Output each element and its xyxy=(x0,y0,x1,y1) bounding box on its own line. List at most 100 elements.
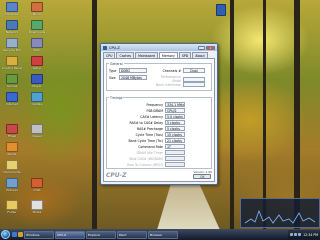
desktop-icon[interactable]: Control Panel xyxy=(1,56,23,71)
timing-label: RAS# Precharge xyxy=(136,126,163,131)
window-title: CPU-Z xyxy=(109,45,120,50)
folder-icon xyxy=(6,200,18,210)
tools-icon xyxy=(31,38,43,48)
timing-value: 5 clocks xyxy=(165,120,185,125)
version-label: Version 1.40 xyxy=(193,169,212,174)
timing-value xyxy=(165,150,185,155)
desktop-icon[interactable]: Documents xyxy=(1,160,23,175)
timing-label: Row To Column (tRCD) xyxy=(127,162,163,167)
desktop-icon-label: Documents xyxy=(3,171,21,174)
games-icon xyxy=(6,74,18,84)
size-row: Size 2048 MBytes xyxy=(109,75,147,80)
volume-tray-icon[interactable] xyxy=(294,233,298,236)
desktop-icon-label: Chat xyxy=(33,189,41,192)
media-icon xyxy=(6,142,18,152)
chat-icon xyxy=(31,178,43,188)
desktop-icon-label: Update xyxy=(31,103,43,106)
desktop-icon[interactable]: Player xyxy=(26,74,48,89)
setup-icon xyxy=(31,56,43,66)
timings-group: Timings Frequency 334.1 MHz FSB:DRAM CPU/2 C… xyxy=(106,95,212,169)
bank-interleave-value xyxy=(183,82,205,87)
size-label: Size xyxy=(109,75,116,80)
desktop-icon-label: Computer xyxy=(4,13,20,16)
desktop-icon[interactable]: Email xyxy=(1,124,23,139)
desktop-icon-label: Recycle Bin xyxy=(3,49,21,52)
cpuz-brand-logo: CPU-Z xyxy=(106,172,127,179)
tree-trunk xyxy=(230,0,234,229)
taskbar: Windows CPU-Z Explorer Paint Browser 12:… xyxy=(0,229,320,240)
channels-value: Dual xyxy=(183,68,205,73)
minimize-button[interactable]: _ xyxy=(198,45,205,50)
desktop-icon[interactable]: Network xyxy=(1,20,23,35)
cpu-meter-graph xyxy=(244,209,316,224)
timing-row: Total CAS# (tRDRAM) xyxy=(111,156,207,161)
window-titlebar[interactable]: CPU-Z _ x xyxy=(101,44,217,51)
network-icon xyxy=(6,20,18,30)
timing-row: CAS# Latency 5.0 clocks xyxy=(111,114,207,119)
recycle-bin-icon xyxy=(6,38,18,48)
taskbar-button[interactable]: Paint xyxy=(117,230,147,239)
timing-value xyxy=(165,156,185,161)
taskbar-button[interactable]: Explorer xyxy=(86,230,116,239)
desktop-icon[interactable]: Media xyxy=(1,142,23,157)
tree-trunk xyxy=(263,0,266,229)
channels-label: Channels # xyxy=(162,68,181,73)
timing-value: 1T xyxy=(165,144,185,149)
desktop-icon[interactable]: Pictures xyxy=(1,178,23,193)
type-label: Type xyxy=(109,68,117,73)
desktop-icon[interactable]: Games xyxy=(1,74,23,89)
ok-button[interactable]: OK xyxy=(193,174,212,179)
timing-label: Cycle Time (Tras) xyxy=(135,132,163,137)
security-tray-icon[interactable] xyxy=(298,233,302,236)
taskbar-button[interactable]: Windows xyxy=(24,230,54,239)
desktop-icon-label: Internet xyxy=(6,103,18,106)
desktop-icon[interactable]: Computer xyxy=(1,2,23,17)
network-tray-icon[interactable] xyxy=(290,233,294,236)
bank-interleave-label: Bank Interleave xyxy=(155,82,181,87)
clock[interactable]: 12:34 PM xyxy=(303,233,318,237)
timing-row: FSB:DRAM CPU/2 xyxy=(111,108,207,113)
start-button[interactable] xyxy=(1,230,10,239)
timing-value: CPU/2 xyxy=(165,108,185,113)
downloads-icon xyxy=(31,20,43,30)
close-button[interactable]: x xyxy=(206,45,215,50)
desktop-icon[interactable]: Tools xyxy=(26,38,48,53)
desktop-icon[interactable]: Notes xyxy=(26,200,48,215)
desktop-icon[interactable]: Recycle Bin xyxy=(1,38,23,53)
timing-label: Frequency xyxy=(146,102,163,107)
timing-row: RAS# to CAS# Delay 5 clocks xyxy=(111,120,207,125)
documents-icon xyxy=(6,160,18,170)
timing-row: Row To Column (tRCD) xyxy=(111,162,207,167)
timing-row: Cycle Time (Tras) 15 clocks xyxy=(111,132,207,137)
desktop-icon[interactable]: Setup xyxy=(26,56,48,71)
desktop-icon[interactable]: Viewer xyxy=(26,124,48,139)
desktop-icon[interactable]: Folder xyxy=(1,200,23,215)
timing-label: RAS# to CAS# Delay xyxy=(129,120,163,125)
cpu-meter-gadget[interactable] xyxy=(240,198,320,228)
desktop-icon[interactable] xyxy=(210,4,232,16)
switch-windows-icon[interactable] xyxy=(18,232,23,237)
desktop-icon[interactable]: Chat xyxy=(26,178,48,193)
show-desktop-icon[interactable] xyxy=(12,232,17,237)
desktop-icon[interactable]: Update xyxy=(26,92,48,107)
desktop-icon[interactable]: Downloads xyxy=(26,20,48,35)
desktop-icon-label: Folder xyxy=(7,211,17,214)
desktop-icon[interactable]: Music xyxy=(26,2,48,17)
cpuz-app-icon xyxy=(103,45,107,50)
player-icon xyxy=(31,74,43,84)
timing-label: DRAM Idle Timer xyxy=(136,150,163,155)
music-icon xyxy=(31,2,43,12)
desktop-icon[interactable]: Internet xyxy=(1,92,23,107)
desktop-icon-label: Viewer xyxy=(31,135,43,138)
tab-strip: CPU Caches Mainboard Memory SPD About xyxy=(101,51,217,58)
timing-value: 5 clocks xyxy=(165,126,185,131)
timing-value: 21 clocks xyxy=(165,138,185,143)
desktop-icon-label: Music xyxy=(32,13,42,16)
cpuz-window: CPU-Z _ x CPU Caches Mainboard Memory SP… xyxy=(100,43,218,185)
desktop-icon-label: Control Panel xyxy=(2,67,22,70)
taskbar-button[interactable]: Browser xyxy=(148,230,178,239)
taskbar-button[interactable]: CPU-Z xyxy=(55,230,85,239)
desktop-icon-label: Email xyxy=(7,135,17,138)
memory-panel: General Type DDR2 Size 2048 MBytes Chann… xyxy=(103,58,215,182)
timing-row: DRAM Idle Timer xyxy=(111,150,207,155)
